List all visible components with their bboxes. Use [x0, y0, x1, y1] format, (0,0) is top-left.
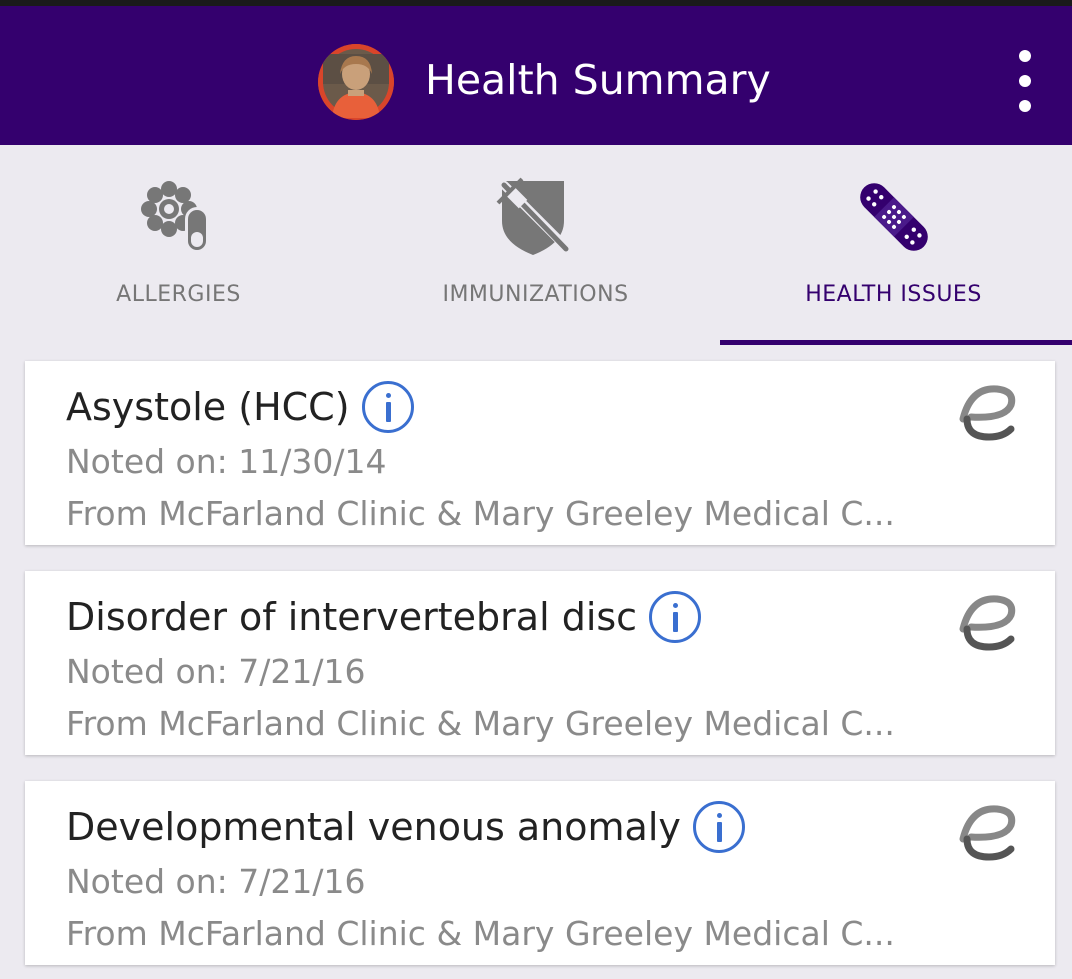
tab-allergies[interactable]: ALLERGIES: [0, 145, 357, 345]
more-vert-icon[interactable]: [1008, 50, 1042, 112]
list-item[interactable]: Disorder of intervertebral disc Noted on…: [25, 571, 1055, 755]
profile-avatar[interactable]: [318, 44, 394, 120]
list-item[interactable]: Asystole (HCC) Noted on: 11/30/14 From M…: [25, 361, 1055, 545]
epic-source-icon: [959, 805, 1016, 861]
epic-source-icon: [959, 385, 1016, 441]
page-title: Health Summary: [425, 56, 771, 104]
tab-health-issues[interactable]: HEALTH ISSUES: [715, 145, 1072, 345]
tab-label-health-issues: HEALTH ISSUES: [805, 282, 982, 307]
issue-title: Developmental venous anomaly: [66, 805, 681, 849]
tab-label-immunizations: IMMUNIZATIONS: [442, 282, 629, 307]
issue-title: Asystole (HCC): [66, 385, 350, 429]
noted-date: Noted on: 7/21/16: [66, 862, 366, 901]
allergies-icon: [140, 181, 209, 253]
tab-bar: ALLERGIES IMMUNIZATIONS HEALTH ISSUES: [0, 145, 1072, 345]
source-text: From McFarland Clinic & Mary Greeley Med…: [66, 704, 895, 743]
app-bar: Health Summary: [0, 6, 1072, 145]
info-icon[interactable]: [692, 801, 745, 853]
info-icon[interactable]: [361, 381, 414, 433]
bandage-icon: [859, 183, 928, 251]
syringe-shield-icon: [496, 177, 568, 255]
source-text: From McFarland Clinic & Mary Greeley Med…: [66, 914, 895, 953]
noted-date: Noted on: 11/30/14: [66, 442, 387, 481]
epic-source-icon: [959, 595, 1016, 651]
list-item[interactable]: Developmental venous anomaly Noted on: 7…: [25, 781, 1055, 965]
tab-label-allergies: ALLERGIES: [116, 282, 241, 307]
noted-date: Noted on: 7/21/16: [66, 652, 366, 691]
issue-title: Disorder of intervertebral disc: [66, 595, 638, 639]
info-icon[interactable]: [649, 591, 702, 643]
source-text: From McFarland Clinic & Mary Greeley Med…: [66, 494, 895, 533]
tab-immunizations[interactable]: IMMUNIZATIONS: [357, 145, 714, 345]
active-tab-indicator: [720, 340, 1072, 345]
